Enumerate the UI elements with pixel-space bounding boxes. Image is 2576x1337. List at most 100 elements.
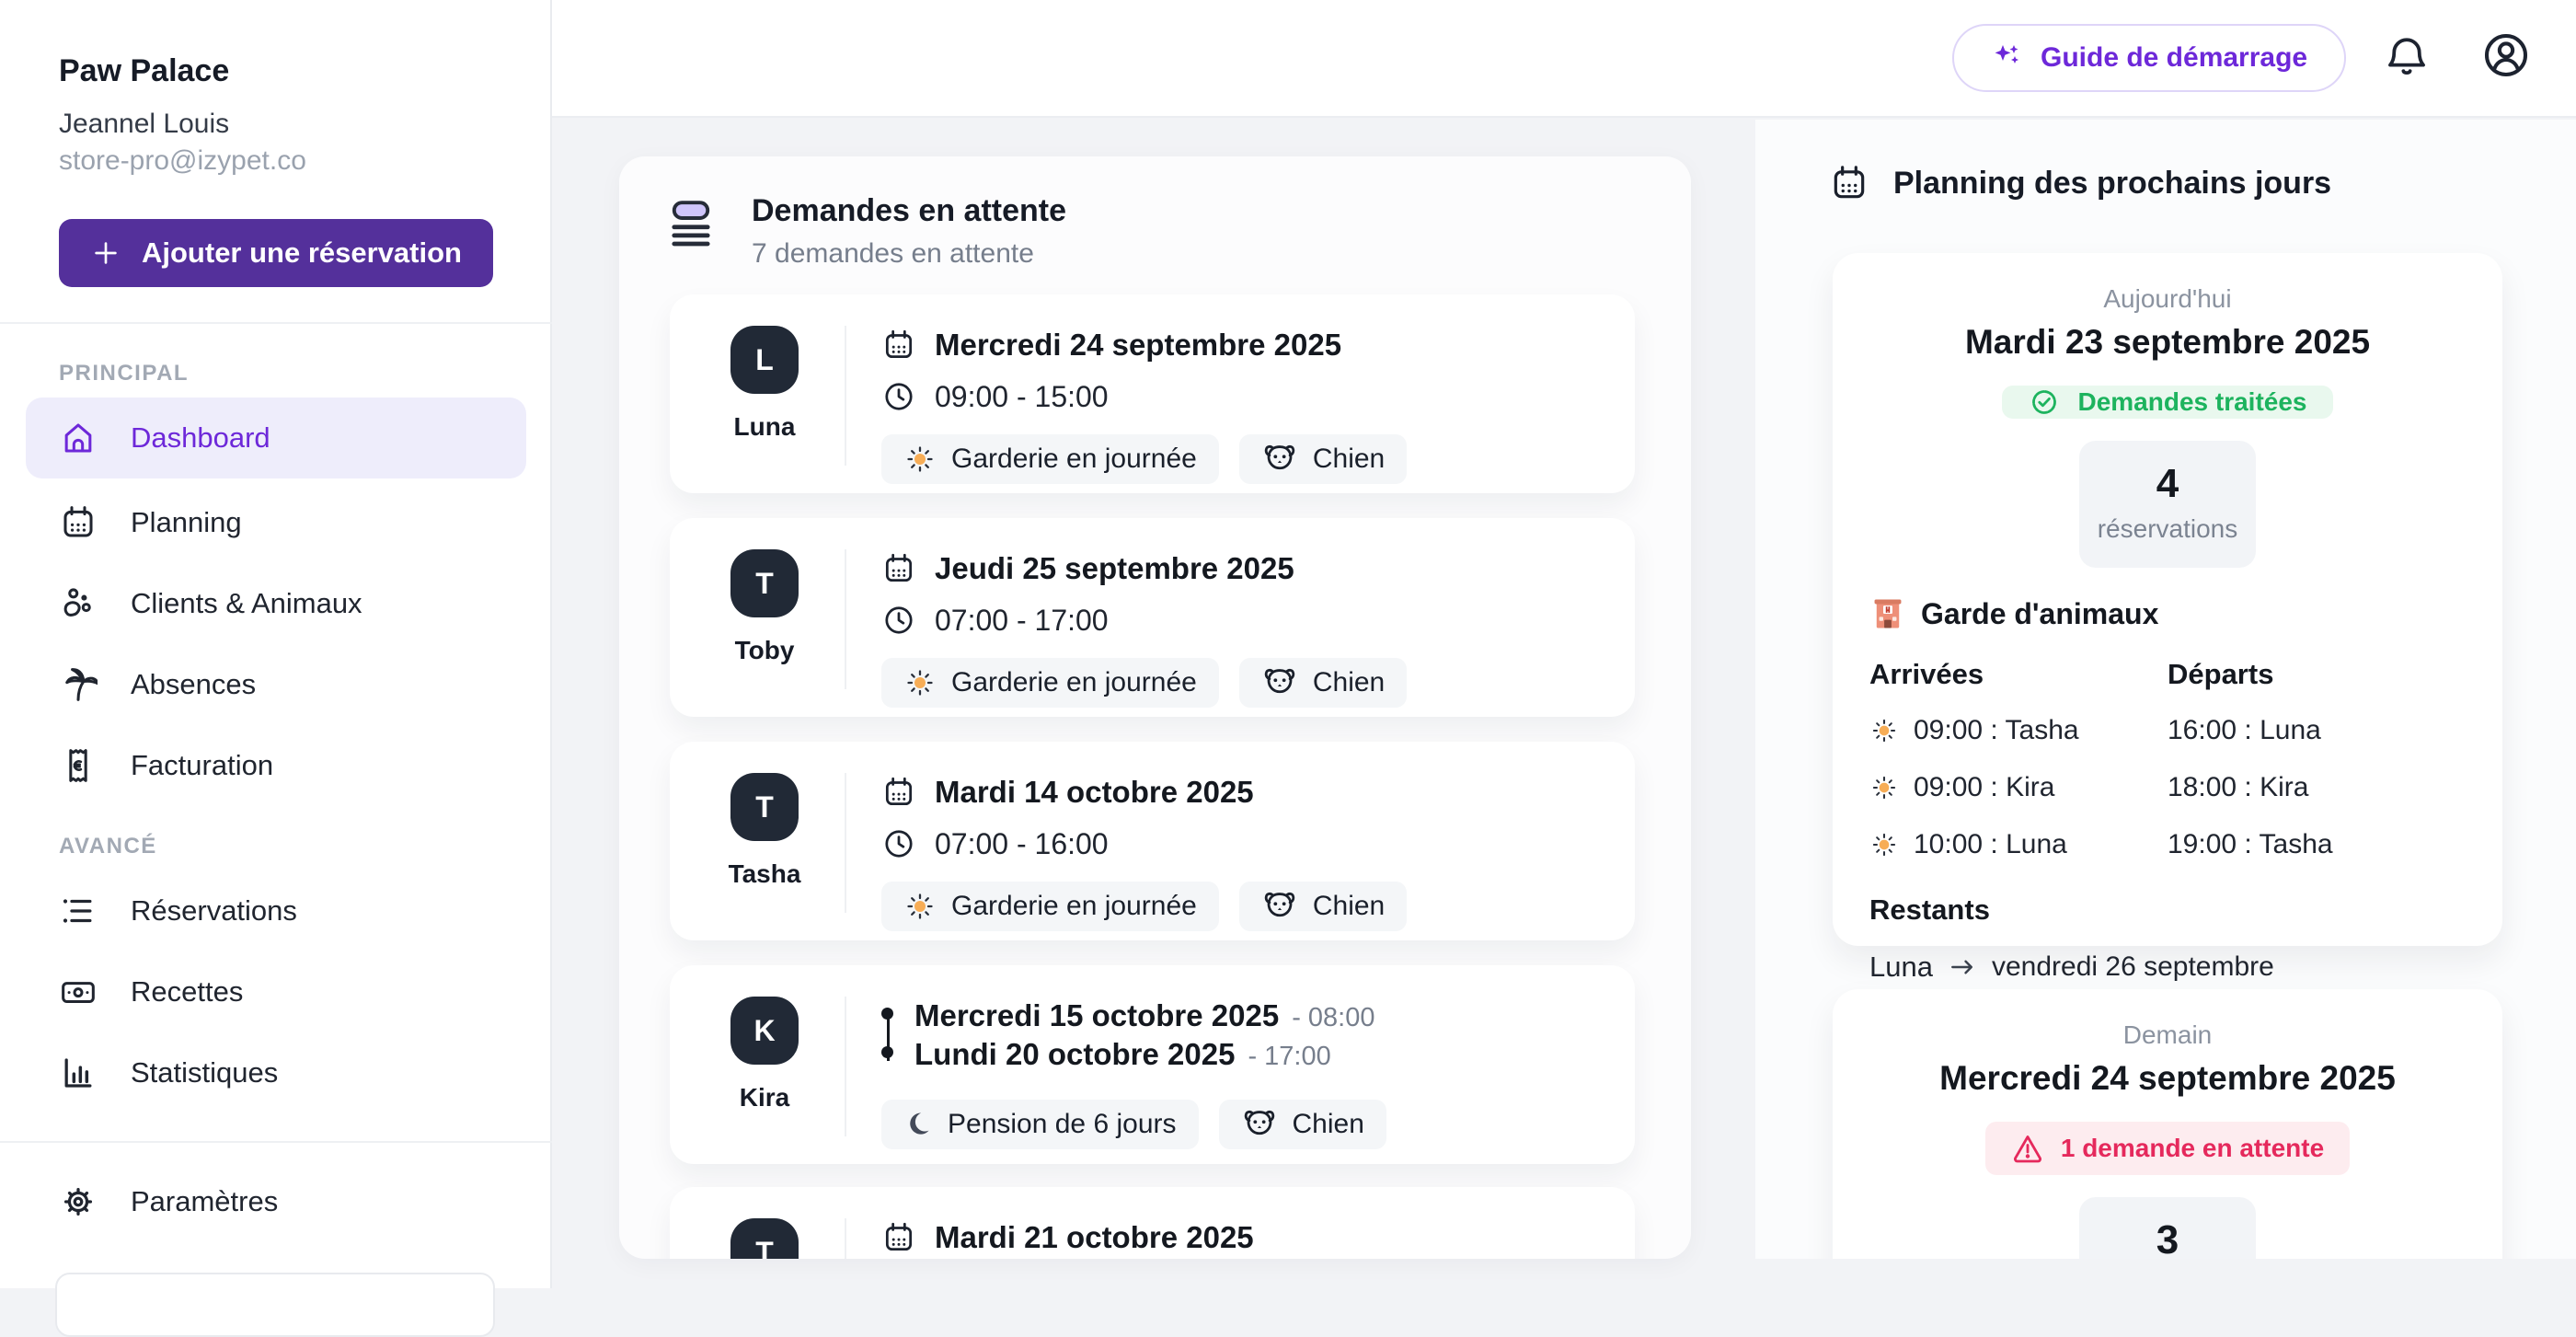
- pet-name: Toby: [734, 636, 795, 664]
- departures-column: Départs 16:00 : Luna 18:00 : Kira 19:00 …: [2168, 658, 2466, 862]
- remaining-row: Luna vendredi 26 septembre: [1869, 951, 2466, 984]
- sun-icon: [1869, 716, 1899, 745]
- planning-header: Planning des prochains jours: [1829, 162, 2331, 204]
- arrow-right-icon: [1948, 952, 1977, 982]
- sidebar-section-avance: AVANCÉ: [59, 834, 157, 859]
- request-time: 07:00 - 17:00: [935, 603, 1109, 637]
- request-time: 07:00 - 16:00: [935, 826, 1109, 860]
- list-icon: [59, 892, 98, 930]
- dog-icon: [1261, 441, 1298, 478]
- pending-requests-panel: Demandes en attente 7 demandes en attent…: [619, 156, 1691, 1259]
- range-end-time: - 17:00: [1248, 1042, 1331, 1071]
- clock-icon: [881, 826, 916, 861]
- calendar-icon: [881, 328, 916, 363]
- request-card-kira[interactable]: K Kira Mercredi 15 octobre 2025 - 08:00 …: [670, 965, 1635, 1164]
- request-card-partial[interactable]: T Mardi 21 octobre 2025: [670, 1187, 1635, 1259]
- receipt-euro-icon: [59, 746, 98, 785]
- sidebar-item-dashboard[interactable]: Dashboard: [26, 398, 526, 478]
- pet-avatar: L: [730, 326, 799, 394]
- range-start-date: Mercredi 15 octobre 2025: [914, 998, 1280, 1032]
- sidebar-item-label: Statistiques: [131, 1056, 279, 1089]
- request-date: Mercredi 24 septembre 2025: [935, 328, 1342, 362]
- sidebar: Paw Palace Jeannel Louis store-pro@izype…: [0, 0, 552, 1337]
- dog-icon: [1241, 1106, 1278, 1143]
- sidebar-item-planning[interactable]: Planning: [26, 482, 526, 563]
- pet-avatar: T: [730, 1218, 799, 1259]
- card-divider: [845, 773, 846, 913]
- add-reservation-label: Ajouter une réservation: [142, 236, 462, 269]
- sidebar-divider: [0, 1141, 552, 1143]
- service-tag: Garderie en journée: [881, 882, 1219, 931]
- sun-icon: [903, 890, 937, 923]
- card-divider: [845, 549, 846, 689]
- day-label: Demain: [2122, 1020, 2213, 1049]
- seal-check-icon: [2028, 386, 2061, 419]
- pending-requests-header: Demandes en attente 7 demandes en attent…: [667, 193, 1066, 270]
- request-date: Mardi 14 octobre 2025: [935, 775, 1254, 809]
- user-email: store-pro@izypet.co: [59, 145, 306, 176]
- add-reservation-button[interactable]: Ajouter une réservation: [59, 219, 493, 287]
- dog-icon: [1261, 888, 1298, 925]
- range-start-time: - 08:00: [1292, 1003, 1375, 1032]
- request-card-toby[interactable]: T Toby Jeudi 25 septembre 2025 07:00 - 1…: [670, 518, 1635, 717]
- reservation-count: 4: [2156, 461, 2179, 506]
- sidebar-item-reservations[interactable]: Réservations: [26, 870, 526, 951]
- arrivals-column: Arrivées 09:00 : Tasha 09:00 : Kira 10:0…: [1869, 658, 2168, 862]
- upcoming-planning-panel: Planning des prochains jours Aujourd'hui…: [1755, 120, 2576, 1259]
- request-date: Mardi 21 octobre 2025: [935, 1220, 1254, 1254]
- planning-title: Planning des prochains jours: [1893, 165, 2332, 201]
- home-icon: [59, 419, 98, 457]
- request-card-tasha[interactable]: T Tasha Mardi 14 octobre 2025 07:00 - 16…: [670, 742, 1635, 940]
- user-account-icon[interactable]: [2480, 29, 2532, 81]
- service-tag: Garderie en journée: [881, 434, 1219, 484]
- animal-tag: Chien: [1238, 658, 1408, 708]
- sidebar-item-recettes[interactable]: Recettes: [26, 951, 526, 1032]
- sidebar-item-statistiques[interactable]: Statistiques: [26, 1032, 526, 1113]
- hotel-icon: [1869, 595, 1906, 632]
- banknote-icon: [59, 973, 98, 1011]
- clock-icon: [881, 603, 916, 638]
- getting-started-button[interactable]: Guide de démarrage: [1952, 24, 2347, 92]
- card-divider: [845, 326, 846, 466]
- sidebar-item-label: Dashboard: [131, 421, 270, 454]
- departure-row: 19:00 : Tasha: [2168, 829, 2333, 859]
- pet-avatar: T: [730, 773, 799, 841]
- sidebar-item-label: Réservations: [131, 894, 297, 927]
- calendar-icon: [59, 503, 98, 542]
- sidebar-item-absences[interactable]: Absences: [26, 644, 526, 725]
- request-date: Jeudi 25 septembre 2025: [935, 551, 1294, 585]
- sidebar-bottom-card: [55, 1273, 495, 1337]
- pet-name: Luna: [733, 412, 796, 441]
- getting-started-label: Guide de démarrage: [2041, 42, 2308, 73]
- day-label: Aujourd'hui: [2103, 284, 2232, 313]
- sidebar-item-label: Planning: [131, 506, 242, 538]
- notifications-bell-icon[interactable]: [2383, 33, 2431, 81]
- sidebar-item-parametres[interactable]: Paramètres: [26, 1161, 526, 1242]
- remaining-pet-name: Luna: [1869, 951, 1933, 983]
- paw-icon: [59, 584, 98, 623]
- sidebar-divider: [0, 322, 552, 324]
- sun-icon: [1869, 773, 1899, 802]
- sidebar-item-clients-animaux[interactable]: Clients & Animaux: [26, 563, 526, 644]
- remaining-label: Restants: [1869, 893, 1990, 926]
- tomorrow-planning-card: Demain Mercredi 24 septembre 2025 1 dema…: [1833, 989, 2502, 1259]
- dog-icon: [1261, 664, 1298, 701]
- pet-boarding-section: Garde d'animaux Arrivées 09:00 : Tasha 0…: [1833, 595, 2502, 862]
- sparkles-icon: [1991, 41, 2024, 75]
- departure-row: 18:00 : Kira: [2168, 772, 2309, 802]
- business-name: Paw Palace: [59, 53, 230, 88]
- pending-request-badge: 1 demande en attente: [1984, 1122, 2351, 1175]
- day-date: Mardi 23 septembre 2025: [1964, 323, 2371, 361]
- sidebar-item-label: Recettes: [131, 975, 244, 1008]
- day-date: Mercredi 24 septembre 2025: [1939, 1059, 2396, 1097]
- sidebar-section-principal: PRINCIPAL: [59, 361, 190, 386]
- arrival-row: 10:00 : Luna: [1869, 827, 2168, 862]
- request-card-luna[interactable]: L Luna Mercredi 24 septembre 2025 09:00 …: [670, 294, 1635, 493]
- panel-subtitle: 7 demandes en attente: [752, 238, 1034, 269]
- sidebar-item-facturation[interactable]: Facturation: [26, 725, 526, 806]
- remaining-section: Restants Luna vendredi 26 septembre: [1833, 893, 2502, 984]
- reservation-count: 3: [2156, 1217, 2179, 1259]
- clock-icon: [881, 379, 916, 414]
- section-title: Garde d'animaux: [1921, 596, 2159, 630]
- reservation-count-box: 4 réservations: [2079, 441, 2256, 568]
